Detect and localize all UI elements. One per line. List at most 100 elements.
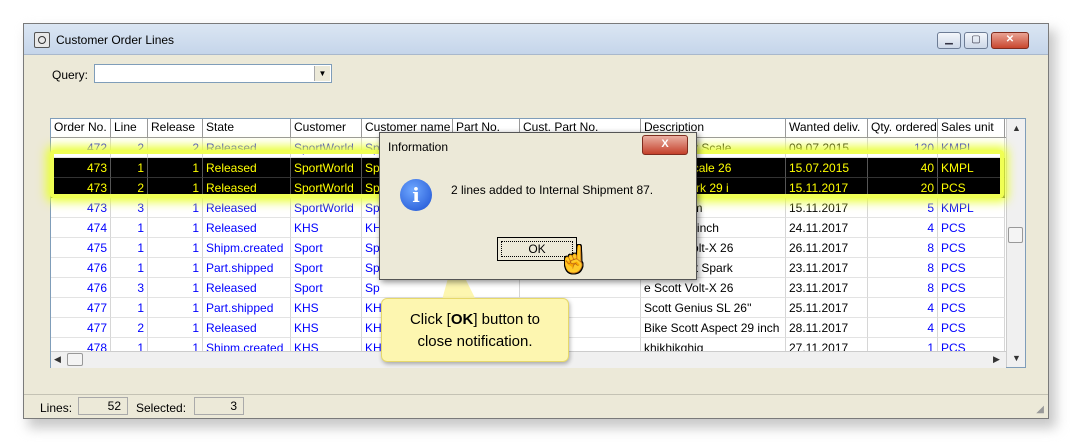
- column-header[interactable]: Order No.: [51, 119, 111, 137]
- table-cell-custpart[interactable]: [520, 278, 641, 298]
- column-header[interactable]: Sales unit: [938, 119, 1005, 137]
- table-cell-desc[interactable]: Bike Scott Aspect 29 inch: [641, 318, 786, 338]
- callout-ok-bold: OK: [450, 311, 474, 328]
- table-cell-customer[interactable]: Sport: [291, 238, 362, 258]
- table-cell-customer[interactable]: SportWorld: [291, 198, 362, 218]
- table-cell-unit[interactable]: PCS: [938, 218, 1005, 238]
- dialog-title: Information: [388, 140, 449, 154]
- table-cell-qty[interactable]: 5: [868, 198, 938, 218]
- scroll-left-icon[interactable]: ◀: [54, 354, 61, 365]
- window-title: Customer Order Lines: [56, 33, 175, 47]
- table-cell-customer[interactable]: KHS: [291, 318, 362, 338]
- table-cell-qty[interactable]: 4: [868, 218, 938, 238]
- table-cell-qty[interactable]: 8: [868, 238, 938, 258]
- scroll-down-icon[interactable]: ▼: [1012, 353, 1021, 363]
- lines-label: Lines:: [40, 401, 73, 415]
- table-cell-state[interactable]: Released: [203, 218, 291, 238]
- query-select[interactable]: ▼: [94, 64, 332, 83]
- table-cell-release[interactable]: 1: [148, 198, 203, 218]
- table-cell-qty[interactable]: 8: [868, 258, 938, 278]
- table-cell-unit[interactable]: KMPL: [938, 198, 1005, 218]
- table-cell-unit[interactable]: PCS: [938, 258, 1005, 278]
- table-cell-state[interactable]: Released: [203, 198, 291, 218]
- table-cell-order[interactable]: 477: [51, 298, 111, 318]
- table-cell-custname[interactable]: Sp: [362, 278, 453, 298]
- table-cell-customer[interactable]: Sport: [291, 258, 362, 278]
- table-cell-order[interactable]: 475: [51, 238, 111, 258]
- table-cell-state[interactable]: Released: [203, 278, 291, 298]
- table-cell-line[interactable]: 1: [111, 238, 148, 258]
- lines-count: 52: [78, 397, 128, 415]
- selected-label: Selected:: [136, 401, 187, 415]
- table-cell-unit[interactable]: PCS: [938, 238, 1005, 258]
- column-header[interactable]: Qty. ordered: [868, 119, 938, 137]
- table-cell-line[interactable]: 3: [111, 278, 148, 298]
- table-cell-release[interactable]: 1: [148, 278, 203, 298]
- table-cell-customer[interactable]: Sport: [291, 278, 362, 298]
- table-cell-wanted[interactable]: 26.11.2017: [786, 238, 868, 258]
- table-cell-qty[interactable]: 4: [868, 298, 938, 318]
- table-cell-unit[interactable]: PCS: [938, 318, 1005, 338]
- table-cell-release[interactable]: 1: [148, 218, 203, 238]
- table-cell-release[interactable]: 1: [148, 238, 203, 258]
- column-header[interactable]: Release: [148, 119, 203, 137]
- resize-grip-icon[interactable]: ◢: [1036, 404, 1044, 415]
- table-cell-line[interactable]: 1: [111, 298, 148, 318]
- minimize-button[interactable]: ▁: [937, 32, 961, 49]
- table-cell-wanted[interactable]: 15.11.2017: [786, 198, 868, 218]
- app-icon: [34, 32, 50, 48]
- close-button[interactable]: ✕: [991, 32, 1029, 49]
- title-bar[interactable]: Customer Order Lines ▁ ▢ ✕: [24, 24, 1048, 55]
- column-header[interactable]: Wanted deliv.: [786, 119, 868, 137]
- table-row[interactable]: 476 3 1 Released Sport Sp e Scott Volt-X 26 23.…: [51, 278, 1005, 298]
- vertical-scroll-thumb[interactable]: [1008, 227, 1023, 243]
- vertical-scrollbar[interactable]: ▲ ▼: [1006, 119, 1025, 367]
- table-cell-line[interactable]: 2: [111, 318, 148, 338]
- scroll-up-icon[interactable]: ▲: [1012, 123, 1021, 133]
- dialog-title-bar[interactable]: Information X: [380, 133, 696, 157]
- query-label: Query:: [52, 68, 89, 82]
- table-cell-desc[interactable]: e Scott Volt-X 26: [641, 278, 786, 298]
- callout-text-post: ] button to: [473, 311, 541, 328]
- table-cell-wanted[interactable]: 25.11.2017: [786, 298, 868, 318]
- column-header[interactable]: State: [203, 119, 291, 137]
- table-cell-desc[interactable]: Scott Genius SL 26'': [641, 298, 786, 318]
- table-cell-state[interactable]: Shipm.created: [203, 238, 291, 258]
- column-header[interactable]: Customer: [291, 119, 362, 137]
- table-cell-state[interactable]: Part.shipped: [203, 298, 291, 318]
- dialog-message: 2 lines added to Internal Shipment 87.: [451, 183, 654, 197]
- table-cell-customer[interactable]: KHS: [291, 298, 362, 318]
- table-cell-unit[interactable]: PCS: [938, 278, 1005, 298]
- status-bar: Lines: 52 Selected: 3 ◢: [24, 394, 1048, 419]
- dialog-close-button[interactable]: X: [642, 135, 688, 155]
- table-cell-customer[interactable]: KHS: [291, 218, 362, 238]
- table-cell-state[interactable]: Released: [203, 318, 291, 338]
- column-header[interactable]: Line: [111, 119, 148, 137]
- table-cell-line[interactable]: 1: [111, 258, 148, 278]
- pointer-hand-icon: ☝: [558, 244, 591, 274]
- table-cell-line[interactable]: 3: [111, 198, 148, 218]
- horizontal-scroll-thumb[interactable]: [67, 353, 83, 366]
- table-cell-order[interactable]: 473: [51, 198, 111, 218]
- table-cell-order[interactable]: 474: [51, 218, 111, 238]
- table-cell-release[interactable]: 1: [148, 298, 203, 318]
- table-cell-unit[interactable]: PCS: [938, 298, 1005, 318]
- table-cell-qty[interactable]: 8: [868, 278, 938, 298]
- table-cell-release[interactable]: 1: [148, 318, 203, 338]
- table-cell-wanted[interactable]: 28.11.2017: [786, 318, 868, 338]
- table-cell-line[interactable]: 1: [111, 218, 148, 238]
- table-cell-wanted[interactable]: 23.11.2017: [786, 258, 868, 278]
- chevron-down-icon[interactable]: ▼: [314, 66, 330, 81]
- maximize-button[interactable]: ▢: [964, 32, 988, 49]
- table-cell-qty[interactable]: 4: [868, 318, 938, 338]
- table-cell-state[interactable]: Part.shipped: [203, 258, 291, 278]
- scroll-right-icon[interactable]: ▶: [993, 354, 1000, 365]
- table-cell-order[interactable]: 476: [51, 258, 111, 278]
- instruction-callout: Click [OK] button to close notification.: [381, 298, 569, 362]
- table-cell-order[interactable]: 476: [51, 278, 111, 298]
- table-cell-order[interactable]: 477: [51, 318, 111, 338]
- table-cell-wanted[interactable]: 24.11.2017: [786, 218, 868, 238]
- callout-text-pre: Click [: [409, 311, 451, 328]
- table-cell-wanted[interactable]: 23.11.2017: [786, 278, 868, 298]
- table-cell-release[interactable]: 1: [148, 258, 203, 278]
